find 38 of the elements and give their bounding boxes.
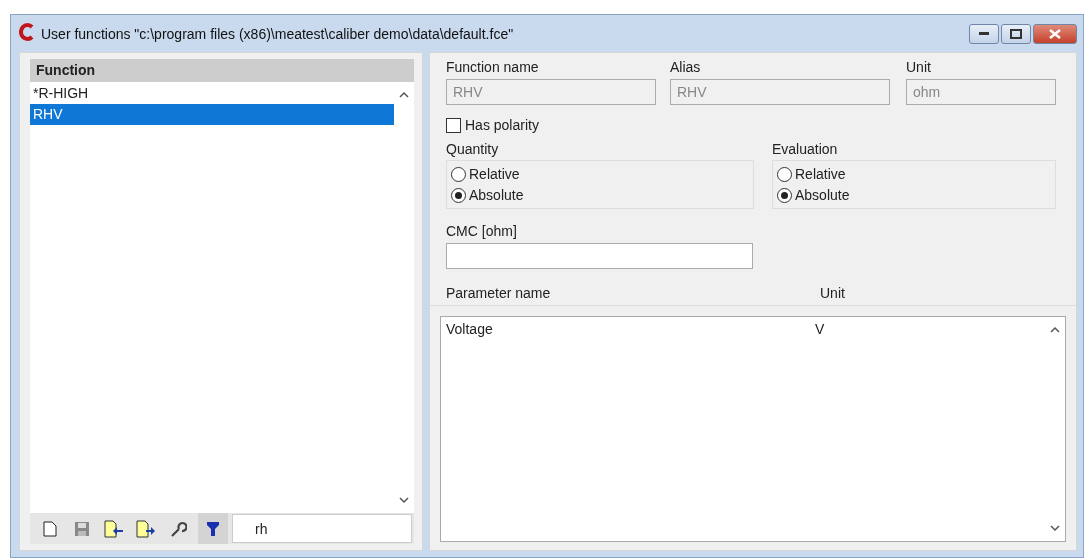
filter-icon[interactable] bbox=[198, 513, 228, 544]
cmc-field[interactable] bbox=[446, 243, 753, 269]
filter-field[interactable]: rh bbox=[232, 514, 412, 543]
radio-label: Absolute bbox=[795, 187, 850, 203]
scroll-up-icon[interactable] bbox=[399, 91, 409, 98]
checkbox-label: Has polarity bbox=[465, 117, 539, 133]
column-header: Function bbox=[30, 59, 414, 82]
radio-label: Absolute bbox=[469, 187, 524, 203]
radio-button[interactable] bbox=[451, 187, 466, 203]
minimize-icon bbox=[979, 31, 989, 36]
maximize-icon bbox=[1010, 28, 1022, 39]
radio-button[interactable] bbox=[777, 166, 792, 182]
column-header: Unit bbox=[820, 285, 846, 301]
close-button[interactable] bbox=[1033, 23, 1077, 44]
window-title: User functions "c:\program files (x86)\meatest\caliber demo\data\default.fce" bbox=[41, 25, 515, 42]
radio-button[interactable] bbox=[777, 187, 792, 203]
table-cell-text: Voltage bbox=[446, 321, 494, 337]
function-item[interactable]: RHV bbox=[30, 104, 394, 125]
table-cell-text: V bbox=[815, 321, 826, 337]
column-header: Parameter name bbox=[446, 285, 552, 301]
field-label: Unit bbox=[906, 59, 932, 75]
radio-label: Relative bbox=[795, 166, 846, 182]
maximize-button[interactable] bbox=[1001, 23, 1031, 44]
group-label: Quantity bbox=[446, 141, 500, 157]
field-label: Function name bbox=[446, 59, 540, 75]
close-icon bbox=[1049, 28, 1061, 39]
radio-button[interactable] bbox=[451, 166, 466, 182]
group-label: Evaluation bbox=[772, 141, 839, 157]
checkbox[interactable] bbox=[446, 117, 461, 133]
radio-label: Relative bbox=[469, 166, 520, 182]
scroll-up-icon[interactable] bbox=[1050, 326, 1060, 333]
scroll-down-icon[interactable] bbox=[1050, 525, 1060, 532]
minimize-button[interactable] bbox=[969, 23, 999, 44]
app-logo-icon bbox=[19, 23, 35, 44]
function-item[interactable]: *R-HIGH bbox=[30, 83, 394, 104]
scroll-down-icon[interactable] bbox=[399, 497, 409, 504]
field-label: CMC [ohm] bbox=[446, 223, 518, 239]
field-label: Alias bbox=[670, 59, 702, 75]
